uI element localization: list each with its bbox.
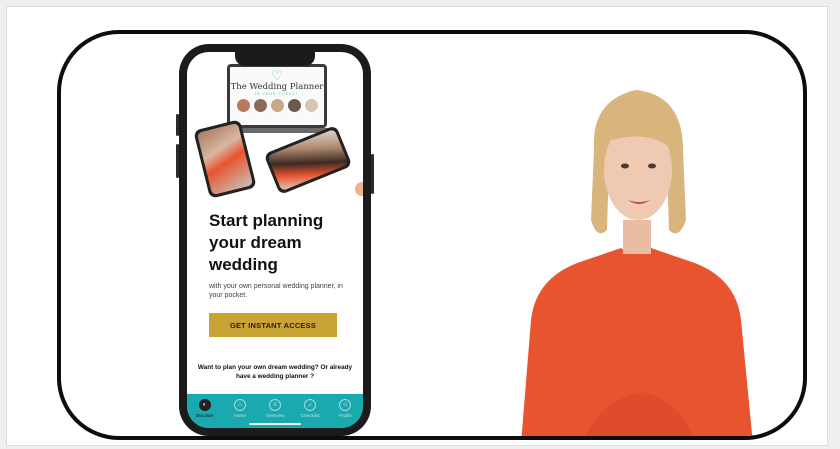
home-indicator — [249, 423, 301, 425]
phone-side-button — [176, 144, 179, 178]
photo-thumbnail — [303, 98, 319, 113]
phone-side-button — [371, 154, 374, 194]
video-frame[interactable]: ♡ The Wedding Planner IN YOUR POCKET Sta… — [57, 30, 807, 440]
photo-thumbnail — [269, 98, 285, 113]
presenter-eye — [648, 163, 656, 169]
tab-label: Profile — [338, 413, 352, 418]
tab-home[interactable]: ⌂ Home — [225, 399, 255, 418]
laptop-subtitle: IN YOUR POCKET — [255, 92, 299, 96]
mini-phone-photo — [196, 122, 254, 196]
phone-screen: ♡ The Wedding Planner IN YOUR POCKET Sta… — [187, 52, 363, 428]
phone-side-button — [176, 114, 179, 136]
presenter-eye — [621, 163, 629, 169]
photo-thumbnails — [230, 98, 324, 113]
photo-thumbnail — [252, 98, 268, 113]
presenter-neck — [623, 220, 651, 254]
tab-label: Checklist — [301, 413, 320, 418]
decorative-dot — [355, 182, 363, 196]
photo-thumbnail — [235, 98, 251, 113]
presenter-image — [521, 90, 753, 436]
home-icon: ⌂ — [233, 399, 246, 411]
tab-discover[interactable]: ◐ Discover — [190, 399, 220, 418]
tab-profile[interactable]: ☺ Profile — [330, 399, 360, 418]
tab-overview[interactable]: ≡ Overview — [260, 399, 290, 418]
check-icon: ✓ — [304, 399, 317, 411]
question-text: Want to plan your own dream wedding? Or … — [197, 364, 353, 380]
phone-notch — [235, 52, 315, 66]
tab-label: Discover — [195, 413, 214, 418]
tab-label: Overview — [265, 413, 285, 418]
photo-thumbnail — [286, 98, 302, 113]
phone-mockup: ♡ The Wedding Planner IN YOUR POCKET Sta… — [176, 44, 374, 436]
laptop-title: The Wedding Planner — [230, 82, 324, 92]
user-icon: ☺ — [339, 399, 352, 411]
subtext: with your own personal wedding planner, … — [209, 283, 343, 299]
tab-checklist[interactable]: ✓ Checklist — [295, 399, 325, 418]
mini-phone-image — [263, 124, 353, 196]
heart-icon: ♡ — [271, 68, 283, 83]
bottom-tab-bar: ◐ Discover ⌂ Home ≡ Overview ✓ Checklist… — [187, 394, 363, 428]
list-icon: ≡ — [268, 399, 281, 411]
get-instant-access-button[interactable]: GET INSTANT ACCESS — [209, 313, 337, 337]
headline: Start planning your dream wedding — [209, 211, 324, 274]
mini-phone-photo — [267, 128, 349, 192]
tab-label: Home — [233, 413, 246, 418]
compass-icon: ◐ — [198, 399, 211, 411]
laptop-mockup: ♡ The Wedding Planner IN YOUR POCKET — [227, 64, 327, 128]
